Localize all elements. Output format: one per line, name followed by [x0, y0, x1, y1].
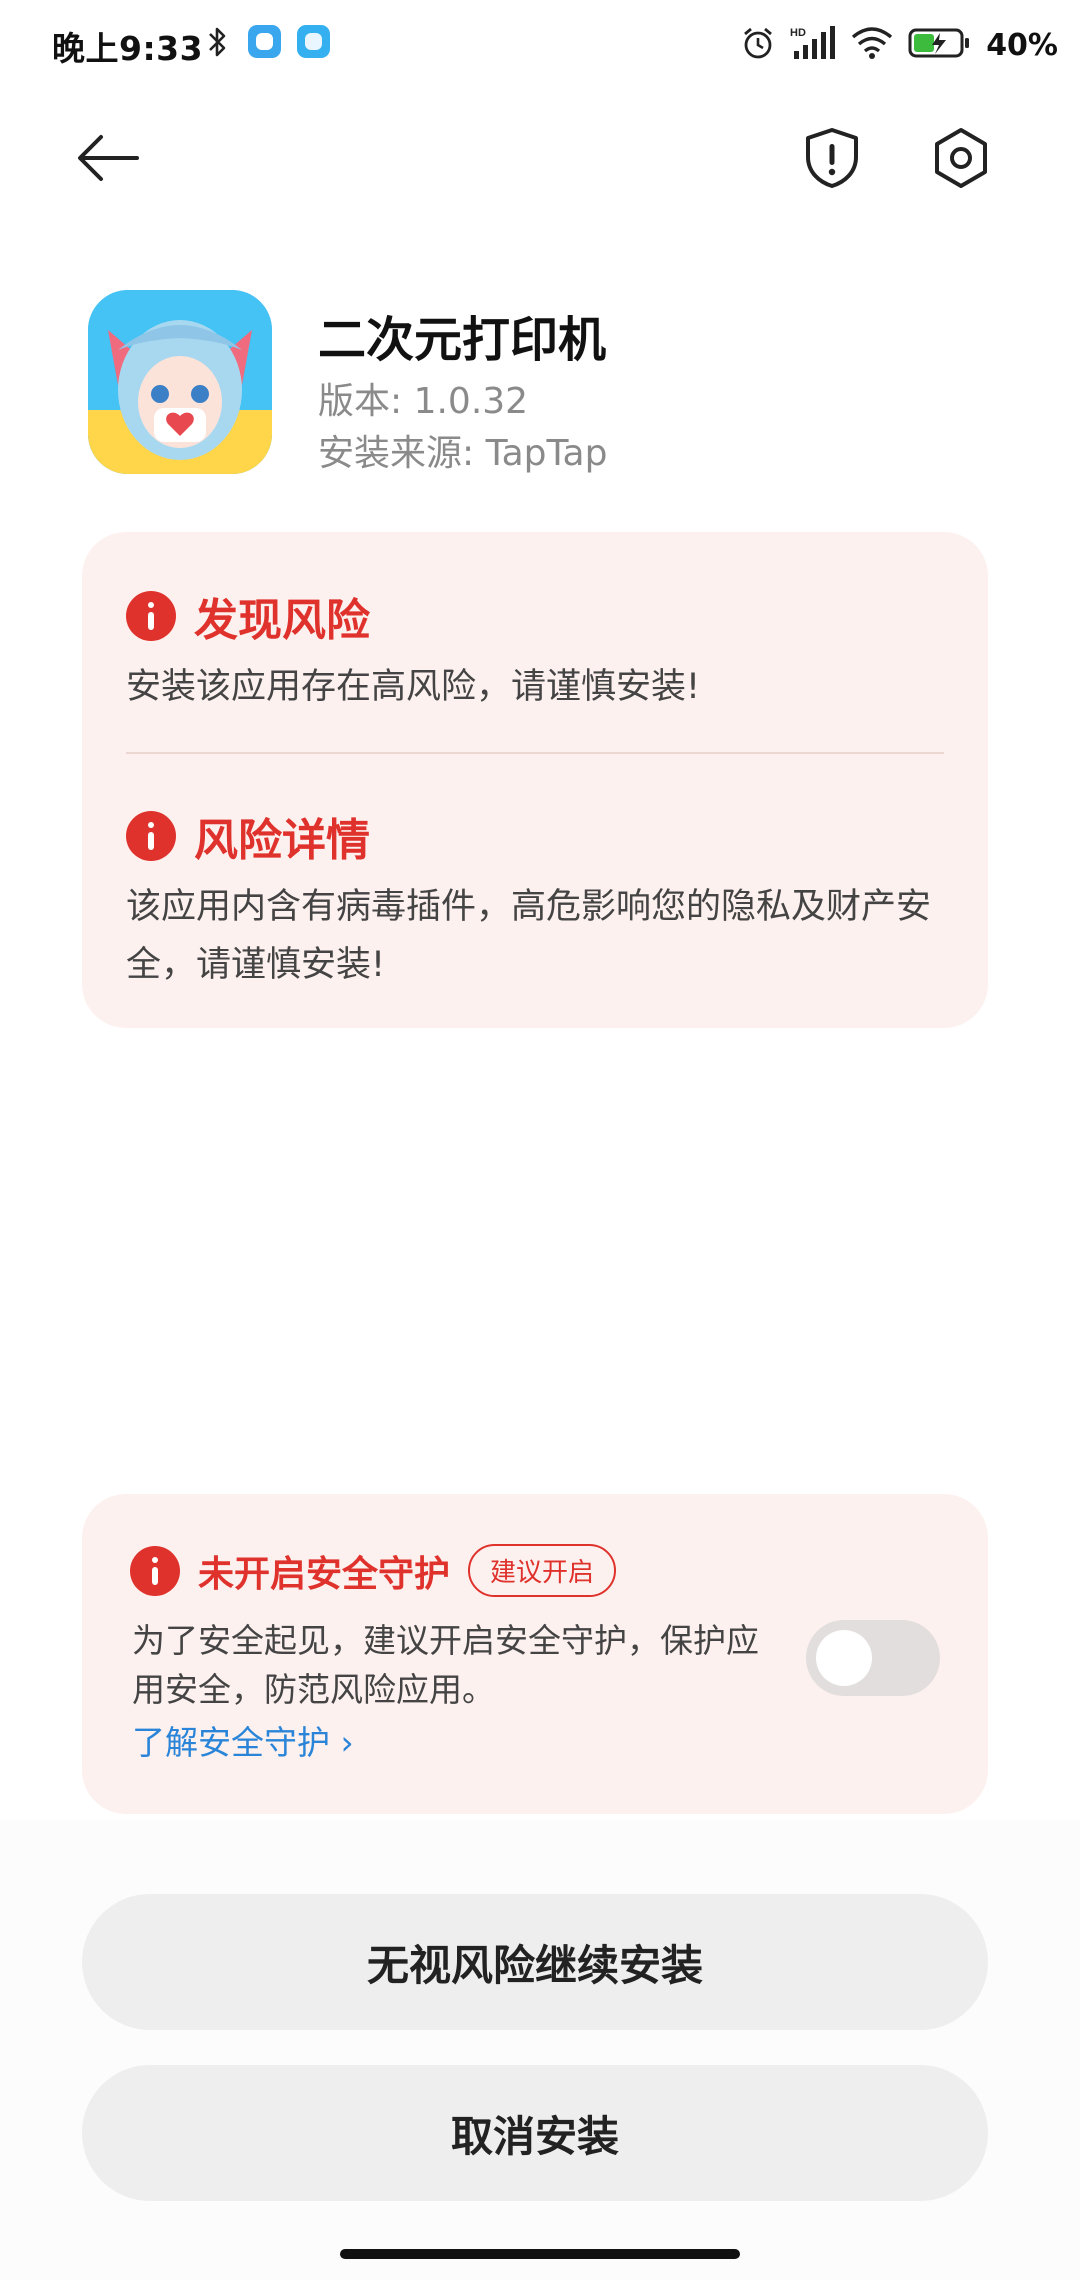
security-guard-title: 未开启安全守护 [198, 1553, 451, 1595]
status-time: 晚上9:33 [52, 29, 204, 68]
cancel-install-button[interactable]: 取消安装 [82, 2065, 988, 2201]
risk-found-title: 发现风险 [194, 595, 370, 646]
security-guard-description: 为了安全起见，建议开启安全守护，保护应用安全，防范风险应用。 [132, 1621, 759, 1709]
app-notification-icon [248, 25, 281, 58]
app-icon [88, 290, 272, 474]
risk-card: 发现风险 安装该应用存在高风险，请谨慎安装! 风险详情 该应用内含有病毒插件，高… [82, 532, 988, 1028]
recommend-badge: 建议开启 [468, 1544, 617, 1597]
security-guard-toggle[interactable] [806, 1620, 940, 1696]
app-notification-icon [297, 25, 330, 58]
app-install-source: 安装来源: TapTap [318, 433, 608, 474]
alarm-icon [740, 25, 776, 65]
risk-detail-title: 风险详情 [194, 815, 370, 866]
wifi-icon [850, 25, 894, 65]
warning-icon [126, 591, 176, 641]
risk-detail-text: 该应用内含有病毒插件，高危影响您的隐私及财产安全，请谨慎安装! [126, 887, 932, 985]
bluetooth-icon [206, 24, 230, 64]
security-guard-card: 未开启安全守护 建议开启 为了安全起见，建议开启安全守护，保护应用安全，防范风险… [82, 1494, 988, 1814]
install-risk-screen: 晚上9:33 HD 40% 二次元打印机 版本: 1.0.32 安装来源: Ta… [0, 0, 1080, 2280]
warning-icon [130, 1545, 180, 1596]
shield-alert-icon [806, 128, 858, 188]
security-shield-button[interactable] [800, 124, 864, 192]
status-icons: HD 40% [740, 20, 1058, 70]
back-arrow-icon [78, 135, 139, 181]
risk-found-heading: 发现风险 [126, 584, 370, 648]
toggle-knob [816, 1630, 872, 1686]
gear-icon [935, 128, 987, 188]
warning-icon [126, 811, 176, 861]
divider [126, 752, 944, 754]
risk-found-text: 安装该应用存在高风险，请谨慎安装! [126, 667, 701, 707]
svg-text:HD: HD [790, 27, 806, 39]
risk-detail-heading: 风险详情 [126, 804, 370, 868]
app-name: 二次元打印机 [318, 312, 607, 368]
security-guard-heading: 未开启安全守护 建议开启 [130, 1544, 617, 1597]
battery-charging-icon [908, 25, 972, 65]
app-version: 版本: 1.0.32 [318, 381, 529, 422]
ignore-risk-install-button[interactable]: 无视风险继续安装 [82, 1894, 988, 2030]
settings-button[interactable] [928, 124, 994, 192]
battery-percent: 40% [986, 27, 1058, 63]
back-button[interactable] [70, 128, 146, 188]
home-indicator[interactable] [340, 2249, 740, 2259]
bottom-action-area [0, 1820, 1080, 2280]
status-bar: 晚上9:33 HD 40% [0, 0, 1080, 90]
hd-signal-icon: HD [790, 25, 836, 65]
learn-security-guard-link[interactable]: 了解安全守护 › [132, 1716, 354, 1764]
